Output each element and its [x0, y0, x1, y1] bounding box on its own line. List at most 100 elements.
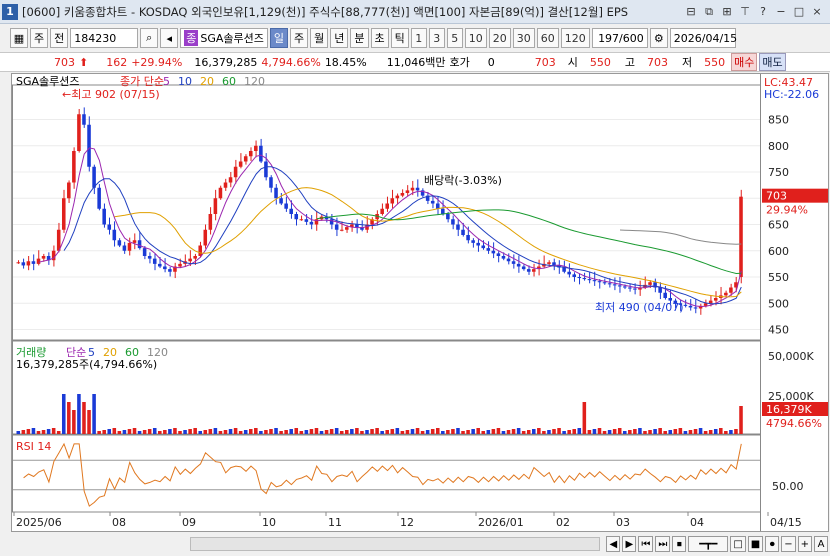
zoom-out-button[interactable]: −: [781, 536, 796, 552]
volume-bar: [617, 428, 622, 434]
candle-body: [67, 182, 71, 199]
volume-bar: [284, 430, 288, 434]
volume-bar: [31, 428, 36, 434]
volume-bar: [46, 429, 51, 434]
sell-button[interactable]: 매도: [759, 53, 786, 71]
stock-name-field[interactable]: 종 SGA솔루션즈: [180, 28, 268, 48]
speaker-icon[interactable]: ◂: [160, 28, 179, 48]
pin-icon[interactable]: ⊤: [738, 5, 752, 19]
high-annotation: ←최고 902 (07/15): [62, 88, 160, 101]
candle-body: [724, 292, 728, 296]
candle-body: [274, 187, 278, 199]
maximize-window-icon[interactable]: □: [792, 5, 806, 19]
period-year-button[interactable]: 년: [330, 28, 349, 48]
candle-body: [405, 190, 410, 193]
candle-body: [633, 288, 637, 290]
volume-bar: [82, 402, 86, 434]
candle-body: [158, 263, 162, 267]
stop-button[interactable]: ⏹: [672, 536, 687, 552]
volume-bar: [309, 429, 314, 434]
record-button[interactable]: ⏺: [765, 536, 780, 552]
x-tick-label: 2025/06: [16, 516, 62, 529]
jump-start-button[interactable]: ⏮: [638, 536, 654, 552]
data-count-field[interactable]: 197/600: [591, 28, 648, 48]
volume-bar: [628, 430, 632, 434]
candle-body: [87, 124, 91, 167]
minimize-panel-icon[interactable]: ⊟: [684, 5, 698, 19]
candle-body: [304, 219, 309, 222]
interval-1-button[interactable]: 1: [410, 28, 427, 48]
candle-body: [228, 177, 233, 183]
restore-icon[interactable]: ⧉: [702, 5, 716, 19]
interval-120-button[interactable]: 120: [560, 28, 590, 48]
stock-name: SGA솔루션즈: [200, 32, 264, 45]
interval-30-button[interactable]: 30: [512, 28, 535, 48]
buy-button[interactable]: 매수: [731, 53, 758, 71]
volume-bar: [178, 431, 182, 434]
price-tick-label: 550: [768, 271, 789, 284]
close-icon[interactable]: ×: [810, 5, 824, 19]
volume-bar: [77, 394, 81, 434]
candle-body: [481, 245, 486, 249]
volume-bar: [405, 430, 410, 434]
minimize-icon[interactable]: −: [774, 5, 788, 19]
scroll-right-button[interactable]: ▶: [622, 536, 637, 552]
period-second-button[interactable]: 초: [370, 28, 389, 48]
period-minute-button[interactable]: 분: [350, 28, 369, 48]
candle-body: [218, 187, 223, 199]
interval-20-button[interactable]: 20: [488, 28, 511, 48]
layout-filled-button[interactable]: ■: [747, 536, 764, 552]
volume-bar: [233, 428, 238, 434]
chart-area[interactable]: 450500550600650700750800850SGA솔루션즈종가 단순5…: [11, 73, 829, 532]
volume-bar: [435, 428, 440, 434]
volume-bar: [678, 428, 683, 434]
period-week-button[interactable]: 주: [290, 28, 309, 48]
x-tick-label: 02: [556, 516, 570, 529]
volume-bar: [430, 429, 435, 434]
last-pct-label: 29.94%: [766, 204, 808, 217]
search-icon[interactable]: ⌕: [140, 28, 159, 48]
period-tick-button[interactable]: 틱: [390, 28, 409, 48]
price-tick-label: 800: [768, 140, 789, 153]
interval-5-button[interactable]: 5: [446, 28, 463, 48]
open-price: 550: [589, 55, 611, 69]
period-day-button[interactable]: 일: [269, 28, 289, 48]
x-tick-label: 2026/01: [478, 516, 524, 529]
jump-end-button[interactable]: ⏭: [655, 536, 671, 552]
maximize-icon[interactable]: ⊞: [720, 5, 734, 19]
candle-body: [532, 269, 536, 272]
chart-scrollbar[interactable]: [190, 537, 601, 551]
zoom-in-button[interactable]: +: [797, 536, 812, 552]
stock-code-input[interactable]: 184230: [70, 28, 139, 48]
volume-bar: [496, 428, 501, 434]
candle-body: [577, 277, 582, 279]
grid-menu-icon[interactable]: ▦: [10, 28, 28, 48]
volume-bar: [658, 428, 662, 434]
interval-10-button[interactable]: 10: [464, 28, 487, 48]
candle-body: [547, 262, 551, 264]
candle-body: [607, 283, 612, 285]
market-type-select[interactable]: 주: [30, 28, 49, 48]
interval-3-button[interactable]: 3: [428, 28, 445, 48]
volume-bar: [243, 430, 248, 434]
help-icon[interactable]: ?: [756, 5, 770, 19]
scroll-left-button[interactable]: ◀: [606, 536, 621, 552]
interval-60-button[interactable]: 60: [536, 28, 559, 48]
last-volume-label: 16,379K: [766, 403, 812, 416]
candle-body: [122, 245, 127, 251]
period-month-button[interactable]: 월: [310, 28, 329, 48]
layout-single-button[interactable]: □: [730, 536, 746, 552]
zoom-slider[interactable]: ━┳━: [688, 536, 729, 552]
volume-bar: [213, 428, 218, 434]
candle-body: [622, 286, 627, 288]
volume-bar: [729, 430, 733, 434]
font-size-button[interactable]: A: [814, 536, 828, 552]
volume-bar: [537, 428, 541, 434]
adjust-select[interactable]: 전: [50, 28, 69, 48]
settings-icon[interactable]: ⚙: [649, 28, 668, 48]
volume-bar: [441, 431, 445, 434]
date-input[interactable]: 2026/04/15: [669, 28, 737, 48]
candle-body: [127, 242, 132, 251]
chart-canvas[interactable]: 450500550600650700750800850SGA솔루션즈종가 단순5…: [12, 74, 828, 531]
volume-bar: [708, 430, 713, 434]
